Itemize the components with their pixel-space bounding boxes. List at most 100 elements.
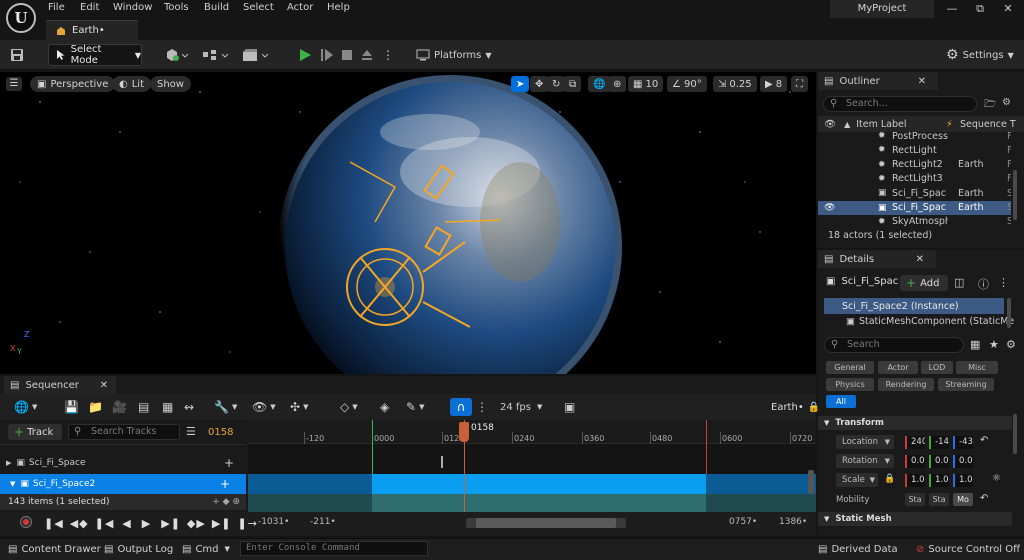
mobility-static-button[interactable]: Sta [905, 493, 925, 506]
maximize-viewport-icon[interactable]: ⛶ [791, 76, 808, 92]
filter-streaming[interactable]: Streaming [938, 378, 994, 391]
rotation-x-field[interactable]: 0.0 [905, 455, 925, 468]
keyframe-marker[interactable] [441, 456, 443, 468]
sequence-header[interactable]: Sequence T [960, 119, 1016, 130]
save-icon[interactable] [10, 44, 24, 66]
help-icon[interactable]: ⓘ [978, 276, 989, 292]
outliner-tab[interactable]: ▤ Outliner ✕ [818, 72, 938, 90]
step-forward-icon[interactable]: ▶❚ [161, 517, 181, 530]
world-icon[interactable]: 🌐 ▼ [14, 396, 37, 418]
details-options-icon[interactable]: ⋮ [998, 276, 1009, 289]
close-window-icon[interactable]: ✕ [1000, 2, 1016, 16]
unreal-logo-icon[interactable]: U [6, 3, 36, 33]
cmd-dropdown[interactable]: ▤ Cmd ▼ [182, 538, 230, 560]
level-viewport[interactable] [0, 72, 816, 374]
sequence-breadcrumb[interactable]: Earth• 🔒 [771, 396, 820, 418]
blueprint-icon[interactable] [202, 44, 230, 66]
close-tab-icon[interactable]: ✕ [916, 254, 924, 265]
stop-icon[interactable] [340, 44, 354, 66]
lock-icon[interactable]: 🔒 [884, 474, 895, 484]
key-all-icon[interactable]: ◈ [380, 396, 389, 418]
scale-z-field[interactable]: 1.0 [953, 474, 973, 487]
tools-icon[interactable]: 🔧 ▼ [214, 396, 237, 418]
scale-y-field[interactable]: 1.0 [929, 474, 949, 487]
range-start-outer[interactable]: -1031• [258, 517, 289, 527]
favorite-star-icon[interactable]: ★ [989, 338, 999, 351]
next-key-icon[interactable]: ◆▶ [187, 517, 206, 530]
prev-key-icon[interactable]: ◀◆ [70, 517, 89, 530]
derived-data-button[interactable]: ▤ Derived Data [818, 538, 898, 560]
menu-build[interactable]: Build [204, 2, 229, 13]
track-row-selected[interactable]: ▼ ▣ Sci_Fi_Space2 + [0, 474, 246, 494]
filter-actor[interactable]: Actor [878, 361, 918, 374]
filter-physics[interactable]: Physics [826, 378, 874, 391]
record-icon[interactable] [20, 516, 32, 528]
select-tool-icon[interactable]: ➤ [511, 76, 530, 92]
range-start-inner[interactable]: -211• [310, 517, 336, 527]
menu-help[interactable]: Help [327, 2, 350, 13]
content-drawer-button[interactable]: ▤ Content Drawer [8, 538, 101, 560]
timeline-scrollbar[interactable] [466, 518, 626, 528]
menu-actor[interactable]: Actor [287, 2, 313, 13]
camera-cut-icon[interactable]: ▣ [564, 396, 575, 418]
details-tab[interactable]: ▤ Details ✕ [818, 250, 936, 268]
reset-mobility-icon[interactable]: ↶ [980, 493, 988, 504]
outliner-row[interactable]: ✹ SkyAtmosphere S [818, 215, 1011, 229]
play-reverse-icon[interactable]: ◀ [122, 517, 131, 530]
close-tab-icon[interactable]: ✕ [100, 380, 108, 391]
rotate-tool-icon[interactable]: ↻ [547, 76, 566, 92]
rotation-dropdown[interactable]: Rotation ▼ [836, 454, 894, 468]
transform-section-header[interactable]: ▼ Transform [818, 416, 1012, 430]
close-tab-icon[interactable]: ✕ [918, 76, 926, 87]
add-subtrack-icon[interactable]: + [224, 456, 234, 470]
outliner-row[interactable]: ✹ RectLight F [818, 143, 1011, 157]
menu-file[interactable]: File [48, 2, 65, 13]
timeline-area[interactable]: -120 0000 0120 0240 0360 0480 0600 0720 [248, 420, 816, 512]
playback-options-icon[interactable]: ▦ [162, 396, 173, 418]
step-icon[interactable] [320, 44, 334, 66]
outliner-search-input[interactable]: Search... [823, 96, 977, 112]
menu-edit[interactable]: Edit [80, 2, 99, 13]
track-section-bar[interactable] [372, 474, 706, 494]
outliner-row[interactable]: ✹ RectLight3 F [818, 172, 1011, 186]
step-back-icon[interactable]: ❚◀ [95, 517, 115, 530]
range-end-outer[interactable]: 1386• [779, 517, 807, 527]
playhead-handle[interactable] [459, 422, 469, 442]
location-y-field[interactable]: -14 [929, 436, 949, 449]
curve-editor-icon[interactable]: ↭ [184, 396, 194, 418]
outliner-row[interactable]: ▣ Sci_Fi_Spac Earth S [818, 186, 1011, 200]
add-folder-icon[interactable]: 🗁 [984, 97, 996, 114]
add-subtrack-icon[interactable]: + [220, 477, 230, 491]
camera-speed-button[interactable]: ▶ 8 [760, 76, 788, 92]
jump-end-icon[interactable]: ▶❚ [212, 517, 232, 530]
timeline-vscrollbar[interactable] [808, 470, 814, 494]
static-mesh-section-header[interactable]: ▼ Static Mesh [818, 512, 1012, 526]
select-mode-dropdown[interactable]: Select Mode ▼ [48, 44, 142, 66]
snap-options-icon[interactable]: ⋮ [476, 396, 488, 418]
mobility-movable-button[interactable]: Mo [953, 493, 973, 506]
surface-snap-icon[interactable]: ⊕ [608, 76, 627, 92]
search-tracks-input[interactable]: Search Tracks [68, 424, 180, 440]
translate-tool-icon[interactable]: ✥ [530, 76, 549, 92]
eject-icon[interactable] [360, 44, 374, 66]
blueprint-convert-icon[interactable]: ◫ [954, 276, 964, 289]
snap-magnet-icon[interactable]: ∩ [450, 398, 472, 416]
filter-general[interactable]: General [826, 361, 874, 374]
key-interp-icon[interactable]: ◇ ▼ [340, 396, 358, 418]
outliner-row[interactable]: ✹ PostProcess F [818, 129, 1011, 143]
mobility-stationary-button[interactable]: Sta [929, 493, 949, 506]
cinematics-icon[interactable] [242, 44, 270, 66]
save-sequence-icon[interactable]: 💾 [64, 396, 79, 418]
find-asset-icon[interactable]: 📁 [88, 396, 103, 418]
location-z-field[interactable]: -43 [953, 436, 973, 449]
location-x-field[interactable]: 240 [905, 436, 925, 449]
filter-icon[interactable]: ☰ [186, 425, 196, 438]
menu-window[interactable]: Window [113, 2, 152, 13]
play-options-icon[interactable]: ⋮ [382, 44, 394, 66]
fps-dropdown[interactable]: 24 fps ▼ [500, 396, 542, 418]
show-button[interactable]: Show [150, 76, 191, 92]
menu-select[interactable]: Select [243, 2, 274, 13]
scale-x-field[interactable]: 1.0 [905, 474, 925, 487]
rotation-snap-button[interactable]: ∠ 90° [667, 76, 707, 92]
components-scrollbar[interactable] [1007, 298, 1011, 328]
